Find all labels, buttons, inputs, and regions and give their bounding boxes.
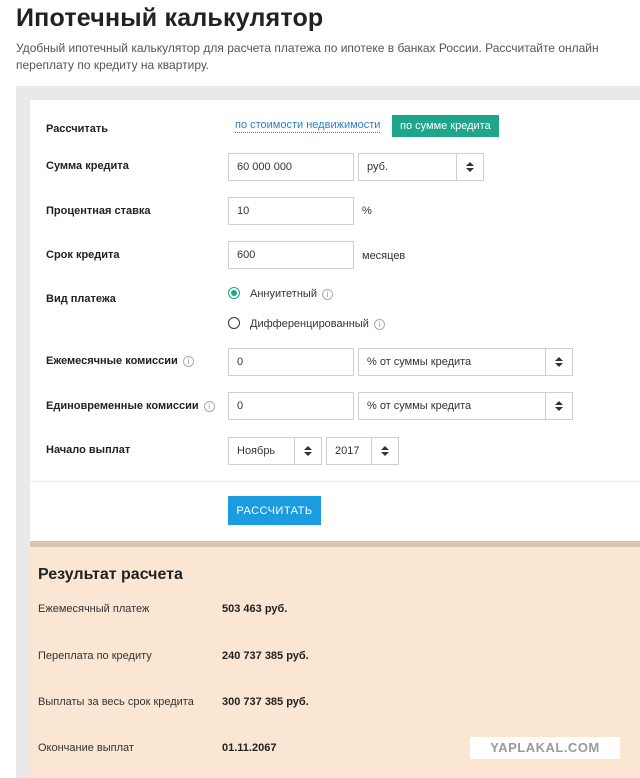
calc-mode-label: Рассчитать bbox=[46, 123, 109, 135]
monthly-fees-type-value: % от суммы кредита bbox=[367, 356, 472, 368]
differentiated-option[interactable]: Дифференцированный i bbox=[250, 318, 385, 330]
term-input[interactable] bbox=[228, 241, 354, 269]
select-arrows-icon bbox=[545, 349, 572, 375]
select-arrows-icon bbox=[545, 393, 572, 419]
result-row-value: 503 463 руб. bbox=[222, 603, 288, 615]
annuity-label: Аннуитетный bbox=[250, 288, 317, 300]
start-year-select[interactable]: 2017 bbox=[326, 437, 399, 465]
rate-unit: % bbox=[362, 205, 372, 217]
loan-amount-input[interactable] bbox=[228, 153, 354, 181]
monthly-fees-label: Ежемесячные комиссии i bbox=[46, 355, 194, 367]
select-arrows-icon bbox=[294, 438, 321, 464]
start-label: Начало выплат bbox=[46, 444, 131, 456]
watermark: YAPLAKAL.COM bbox=[470, 737, 620, 759]
currency-select[interactable]: руб. bbox=[358, 153, 484, 181]
monthly-fees-input[interactable] bbox=[228, 348, 354, 376]
term-label: Срок кредита bbox=[46, 249, 120, 261]
info-icon[interactable]: i bbox=[373, 318, 385, 330]
loan-amount-label: Сумма кредита bbox=[46, 160, 129, 172]
result-row-label: Окончание выплат bbox=[38, 742, 134, 754]
result-row-value: 01.11.2067 bbox=[222, 742, 277, 754]
form-divider bbox=[30, 481, 640, 482]
payment-type-label: Вид платежа bbox=[46, 293, 116, 305]
term-unit: месяцев bbox=[362, 250, 406, 262]
result-row-label: Выплаты за весь срок кредита bbox=[38, 696, 194, 708]
calculate-button[interactable]: РАССЧИТАТЬ bbox=[228, 496, 321, 525]
result-title: Результат расчета bbox=[38, 566, 183, 583]
annuity-option[interactable]: Аннуитетный i bbox=[250, 288, 333, 300]
rate-label: Процентная ставка bbox=[46, 205, 151, 217]
select-arrows-icon bbox=[371, 438, 398, 464]
tab-by-loan-amount[interactable]: по сумме кредита bbox=[392, 115, 499, 137]
onetime-fees-type-select[interactable]: % от суммы кредита bbox=[358, 392, 573, 420]
start-month-value: Ноябрь bbox=[237, 445, 276, 457]
tab-by-property-value[interactable]: по стоимости недвижимости bbox=[235, 119, 381, 133]
result-row-label: Переплата по кредиту bbox=[38, 650, 152, 662]
monthly-fees-type-select[interactable]: % от суммы кредита bbox=[358, 348, 573, 376]
onetime-fees-label-text: Единовременные комиссии bbox=[46, 400, 199, 412]
differentiated-label: Дифференцированный bbox=[250, 318, 369, 330]
start-month-select[interactable]: Ноябрь bbox=[228, 437, 322, 465]
radio-annuity[interactable] bbox=[228, 287, 240, 299]
onetime-fees-type-value: % от суммы кредита bbox=[367, 400, 472, 412]
info-icon[interactable]: i bbox=[203, 400, 215, 412]
info-icon[interactable]: i bbox=[182, 355, 194, 367]
radio-differentiated[interactable] bbox=[228, 317, 240, 329]
result-row-value: 300 737 385 руб. bbox=[222, 696, 309, 708]
result-row-value: 240 737 385 руб. bbox=[222, 650, 309, 662]
onetime-fees-input[interactable] bbox=[228, 392, 354, 420]
monthly-fees-label-text: Ежемесячные комиссии bbox=[46, 355, 178, 367]
start-year-value: 2017 bbox=[335, 445, 360, 457]
onetime-fees-label: Единовременные комиссии i bbox=[46, 400, 215, 412]
info-icon[interactable]: i bbox=[321, 288, 333, 300]
result-row-label: Ежемесячный платеж bbox=[38, 603, 150, 615]
select-arrows-icon bbox=[456, 154, 483, 180]
page-title: Ипотечный калькулятор bbox=[16, 4, 324, 32]
rate-input[interactable] bbox=[228, 197, 354, 225]
page-description: Удобный ипотечный калькулятор для расчет… bbox=[16, 41, 599, 72]
currency-select-value: руб. bbox=[367, 161, 388, 173]
